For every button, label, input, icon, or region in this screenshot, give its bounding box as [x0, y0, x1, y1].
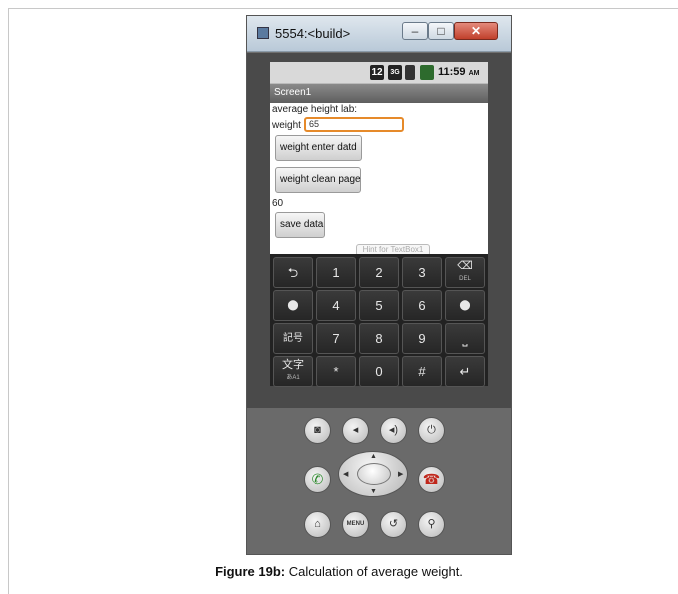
- key-1[interactable]: 1: [316, 257, 356, 288]
- key-9[interactable]: 9: [402, 323, 442, 354]
- figure-caption: Figure 19b: Calculation of average weigh…: [0, 564, 678, 579]
- close-icon: ✕: [470, 24, 482, 38]
- mode-key-label: 文字: [282, 359, 304, 371]
- key-star[interactable]: *: [316, 356, 356, 387]
- key-0[interactable]: 0: [359, 356, 399, 387]
- close-button[interactable]: ✕: [454, 22, 498, 40]
- dpad-up-icon: ▲: [370, 453, 377, 460]
- battery-icon: [420, 65, 434, 80]
- app-title-bar: Screen1: [270, 84, 488, 103]
- home-button[interactable]: ⌂: [304, 511, 331, 538]
- hint-textbox[interactable]: Hint for TextBox1: [356, 244, 430, 254]
- key-3[interactable]: 3: [402, 257, 442, 288]
- weight-enter-button[interactable]: weight enter datd: [275, 135, 362, 161]
- header-label: average height lab:: [272, 104, 358, 115]
- save-data-button[interactable]: save data: [275, 212, 325, 238]
- status-bar: 12 3G 11:59 AM: [270, 62, 488, 84]
- power-icon: ⏻: [427, 424, 436, 436]
- back-button[interactable]: ↺: [380, 511, 407, 538]
- back-icon: ↺: [388, 518, 399, 530]
- phone-screen: 12 3G 11:59 AM Screen1 average height la…: [270, 62, 488, 254]
- space-key[interactable]: ⎵: [445, 323, 485, 354]
- back-key[interactable]: ⮌: [273, 257, 313, 288]
- end-call-icon: ☎: [422, 471, 441, 487]
- camera-button[interactable]: ◙: [304, 417, 331, 444]
- caption-label: Figure 19b:: [215, 564, 286, 579]
- volume-up-icon: ◂): [388, 424, 399, 436]
- home-icon: ⌂: [314, 518, 321, 530]
- end-call-button[interactable]: ☎: [418, 466, 445, 493]
- minimize-button[interactable]: –: [402, 22, 428, 40]
- signal-icon: [405, 65, 415, 80]
- delete-key-sub: DEL: [459, 276, 471, 282]
- dpad-down-icon: ▼: [370, 488, 377, 495]
- enter-key[interactable]: ↵: [445, 356, 485, 387]
- app-icon: [257, 27, 269, 39]
- camera-icon: ◙: [314, 424, 321, 436]
- key-hash[interactable]: #: [402, 356, 442, 387]
- call-button[interactable]: ✆: [304, 466, 331, 493]
- key-8[interactable]: 8: [359, 323, 399, 354]
- key-6[interactable]: 6: [402, 290, 442, 321]
- maximize-button[interactable]: □: [428, 22, 454, 40]
- volume-down-button[interactable]: ◂: [342, 417, 369, 444]
- backspace-icon: ⌫: [457, 260, 473, 272]
- mode-key-sub: あA1: [286, 375, 300, 381]
- left-cursor-key[interactable]: ⬤: [273, 290, 313, 321]
- dpad[interactable]: ▲ ▼ ◀ ▶: [338, 451, 408, 497]
- caption-text: Calculation of average weight.: [285, 564, 463, 579]
- power-button[interactable]: ⏻: [418, 417, 445, 444]
- search-button[interactable]: ⚲: [418, 511, 445, 538]
- notification-badge: 12: [370, 65, 384, 80]
- network-3g-icon: 3G: [388, 65, 402, 80]
- dpad-center-button[interactable]: [357, 463, 391, 485]
- dpad-left-icon: ◀: [343, 471, 349, 478]
- search-icon: ⚲: [427, 518, 436, 530]
- weight-label: weight: [272, 120, 301, 131]
- call-icon: ✆: [311, 471, 324, 487]
- maximize-icon: □: [437, 24, 445, 38]
- delete-key[interactable]: ⌫ DEL: [445, 257, 485, 288]
- screen-title: Screen1: [274, 87, 312, 98]
- soft-keyboard: ⮌ 1 2 3 ⌫ DEL ⬤ 4 5 6 ⬤ 記号 7 8 9 ⎵ 文字 あA…: [270, 254, 488, 387]
- weight-input[interactable]: 65: [304, 117, 404, 132]
- window-title: 5554:<build>: [275, 26, 351, 41]
- symbol-key[interactable]: 記号: [273, 323, 313, 354]
- key-2[interactable]: 2: [359, 257, 399, 288]
- result-label: 60: [272, 198, 284, 209]
- window-title-bar: 5554:<build> – □ ✕: [247, 16, 511, 52]
- key-4[interactable]: 4: [316, 290, 356, 321]
- right-cursor-key[interactable]: ⬤: [445, 290, 485, 321]
- mode-key[interactable]: 文字 あA1: [273, 356, 313, 387]
- volume-up-button[interactable]: ◂): [380, 417, 407, 444]
- key-5[interactable]: 5: [359, 290, 399, 321]
- volume-down-icon: ◂: [352, 424, 359, 436]
- status-time: 11:59 AM: [438, 66, 479, 78]
- weight-clean-button[interactable]: weight clean page: [275, 167, 361, 193]
- key-7[interactable]: 7: [316, 323, 356, 354]
- ampm-text: AM: [468, 70, 480, 77]
- dpad-right-icon: ▶: [398, 471, 404, 478]
- minimize-icon: –: [411, 24, 419, 38]
- menu-button[interactable]: MENU: [342, 511, 369, 538]
- time-text: 11:59: [438, 66, 466, 78]
